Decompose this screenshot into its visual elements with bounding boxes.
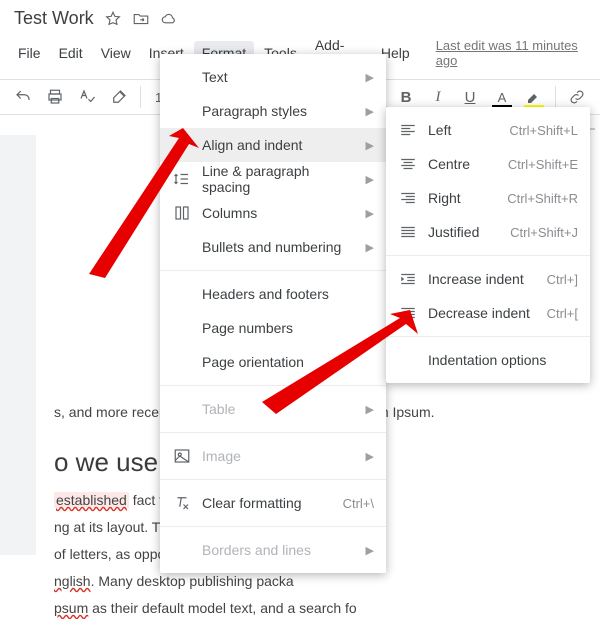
align-center-icon xyxy=(398,154,418,174)
menu-label: Borders and lines xyxy=(202,542,356,558)
doc-text: . Many desktop publishing packa xyxy=(91,573,294,589)
menu-label: Paragraph styles xyxy=(202,103,356,119)
menu-separator xyxy=(160,526,386,527)
menu-label: Left xyxy=(428,122,499,138)
menu-label: Increase indent xyxy=(428,271,537,287)
toolbar-separator xyxy=(140,86,141,108)
align-right[interactable]: Right Ctrl+Shift+R xyxy=(386,181,590,215)
print-icon[interactable] xyxy=(42,84,68,110)
menu-label: Decrease indent xyxy=(428,305,537,321)
paint-format-icon[interactable] xyxy=(106,84,132,110)
menu-edit[interactable]: Edit xyxy=(51,41,91,65)
format-borders-lines: Borders and lines ▶ xyxy=(160,533,386,567)
doc-title[interactable]: Test Work xyxy=(14,8,94,29)
chevron-right-icon: ▶ xyxy=(366,207,374,220)
doc-header: Test Work xyxy=(0,0,600,31)
doc-word: established xyxy=(54,492,129,508)
align-centre[interactable]: Centre Ctrl+Shift+E xyxy=(386,147,590,181)
menu-shortcut: Ctrl+[ xyxy=(547,306,578,321)
clear-format-icon xyxy=(172,493,192,513)
align-left-icon xyxy=(398,120,418,140)
align-right-icon xyxy=(398,188,418,208)
align-justify-icon xyxy=(398,222,418,242)
format-image: Image ▶ xyxy=(160,439,386,473)
left-gutter xyxy=(0,135,36,555)
menu-shortcut: Ctrl+Shift+E xyxy=(508,157,578,172)
menu-separator xyxy=(386,255,590,256)
menu-label: Centre xyxy=(428,156,498,172)
menu-shortcut: Ctrl+Shift+J xyxy=(510,225,578,240)
menu-shortcut: Ctrl+Shift+L xyxy=(509,123,578,138)
chevron-right-icon: ▶ xyxy=(366,450,374,463)
doc-word: nglish xyxy=(54,573,91,589)
menu-label: Right xyxy=(428,190,497,206)
folder-move-icon[interactable] xyxy=(132,10,150,28)
doc-paragraph: psum as their default model text, and a … xyxy=(54,598,582,619)
indent-increase-icon xyxy=(398,269,418,289)
chevron-right-icon: ▶ xyxy=(366,544,374,557)
format-text[interactable]: Text ▶ xyxy=(160,60,386,94)
format-clear-formatting[interactable]: Clear formatting Ctrl+\ xyxy=(160,486,386,520)
toolbar-separator xyxy=(555,86,556,108)
menu-label: Justified xyxy=(428,224,500,240)
menu-label: Text xyxy=(202,69,356,85)
cloud-icon[interactable] xyxy=(160,10,178,28)
menu-file[interactable]: File xyxy=(10,41,49,65)
chevron-right-icon: ▶ xyxy=(366,71,374,84)
doc-text: as their default model text, and a searc… xyxy=(88,600,357,616)
menu-separator xyxy=(160,479,386,480)
image-icon xyxy=(172,446,192,466)
chevron-right-icon: ▶ xyxy=(366,105,374,118)
chevron-right-icon: ▶ xyxy=(366,173,374,186)
doc-word: psum xyxy=(54,600,88,616)
format-paragraph-styles[interactable]: Paragraph styles ▶ xyxy=(160,94,386,128)
star-icon[interactable] xyxy=(104,10,122,28)
last-edit-link[interactable]: Last edit was 11 minutes ago xyxy=(436,38,590,68)
menu-view[interactable]: View xyxy=(93,41,139,65)
menu-shortcut: Ctrl+Shift+R xyxy=(507,191,578,206)
menu-label: Clear formatting xyxy=(202,495,333,511)
chevron-right-icon: ▶ xyxy=(366,139,374,152)
increase-indent[interactable]: Increase indent Ctrl+] xyxy=(386,262,590,296)
doc-paragraph: nglish. Many desktop publishing packa xyxy=(54,571,582,592)
menu-label: Indentation options xyxy=(428,352,578,368)
spellcheck-icon[interactable] xyxy=(74,84,100,110)
chevron-right-icon: ▶ xyxy=(366,241,374,254)
menu-shortcut: Ctrl+\ xyxy=(343,496,374,511)
align-left[interactable]: Left Ctrl+Shift+L xyxy=(386,113,590,147)
annotation-arrow xyxy=(65,128,235,303)
menu-label: Image xyxy=(202,448,356,464)
annotation-arrow xyxy=(260,310,440,435)
align-justified[interactable]: Justified Ctrl+Shift+J xyxy=(386,215,590,249)
menu-shortcut: Ctrl+] xyxy=(547,272,578,287)
undo-icon[interactable] xyxy=(10,84,36,110)
